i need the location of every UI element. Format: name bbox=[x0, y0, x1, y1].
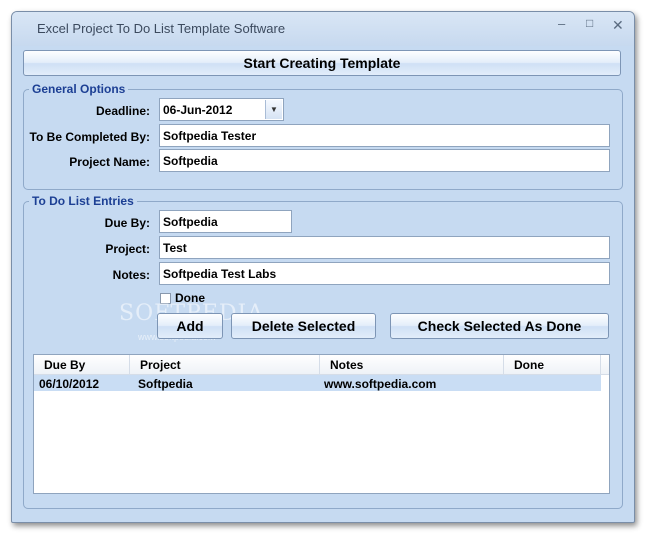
completed-by-field[interactable]: Softpedia Tester bbox=[159, 124, 610, 147]
table-row[interactable]: 06/10/2012 Softpedia www.softpedia.com bbox=[34, 375, 601, 391]
add-button[interactable]: Add bbox=[157, 313, 223, 339]
maximize-button[interactable]: □ bbox=[586, 16, 593, 30]
deadline-value: 06-Jun-2012 bbox=[163, 103, 233, 117]
delete-selected-button[interactable]: Delete Selected bbox=[231, 313, 376, 339]
column-header-notes[interactable]: Notes bbox=[320, 355, 504, 374]
chevron-down-icon[interactable]: ▼ bbox=[265, 100, 282, 119]
cell-project: Softpedia bbox=[138, 377, 193, 391]
project-name-label: Project Name: bbox=[69, 155, 150, 169]
column-header-project[interactable]: Project bbox=[130, 355, 320, 374]
general-options-legend: General Options bbox=[29, 82, 129, 96]
completed-by-label: To Be Completed By: bbox=[29, 130, 150, 144]
close-button[interactable]: ✕ bbox=[612, 17, 624, 34]
title-bar[interactable]: Excel Project To Do List Template Softwa… bbox=[12, 12, 634, 46]
minimize-button[interactable]: – bbox=[558, 16, 565, 31]
cell-notes: www.softpedia.com bbox=[324, 377, 437, 391]
project-name-field[interactable]: Softpedia bbox=[159, 149, 610, 172]
due-by-label: Due By: bbox=[104, 216, 150, 230]
column-header-due-by[interactable]: Due By bbox=[34, 355, 130, 374]
start-creating-template-button[interactable]: Start Creating Template bbox=[23, 50, 621, 76]
notes-field[interactable]: Softpedia Test Labs bbox=[159, 262, 610, 285]
notes-label: Notes: bbox=[112, 268, 150, 282]
cell-due-by: 06/10/2012 bbox=[39, 377, 100, 391]
todo-entries-legend: To Do List Entries bbox=[29, 194, 137, 208]
deadline-date-picker[interactable]: 06-Jun-2012 ▼ bbox=[159, 98, 284, 121]
done-checkbox[interactable] bbox=[160, 293, 171, 304]
check-selected-done-button[interactable]: Check Selected As Done bbox=[390, 313, 609, 339]
project-label: Project: bbox=[105, 242, 150, 256]
deadline-label: Deadline: bbox=[95, 104, 150, 118]
todo-list-table[interactable]: Due By Project Notes Done 06/10/2012 Sof… bbox=[33, 354, 610, 494]
column-header-done[interactable]: Done bbox=[504, 355, 601, 374]
done-checkbox-label[interactable]: Done bbox=[175, 291, 205, 305]
project-field[interactable]: Test bbox=[159, 236, 610, 259]
table-header: Due By Project Notes Done bbox=[34, 355, 609, 375]
due-by-field[interactable]: Softpedia bbox=[159, 210, 292, 233]
app-window: Excel Project To Do List Template Softwa… bbox=[11, 11, 635, 523]
window-title: Excel Project To Do List Template Softwa… bbox=[37, 21, 286, 36]
